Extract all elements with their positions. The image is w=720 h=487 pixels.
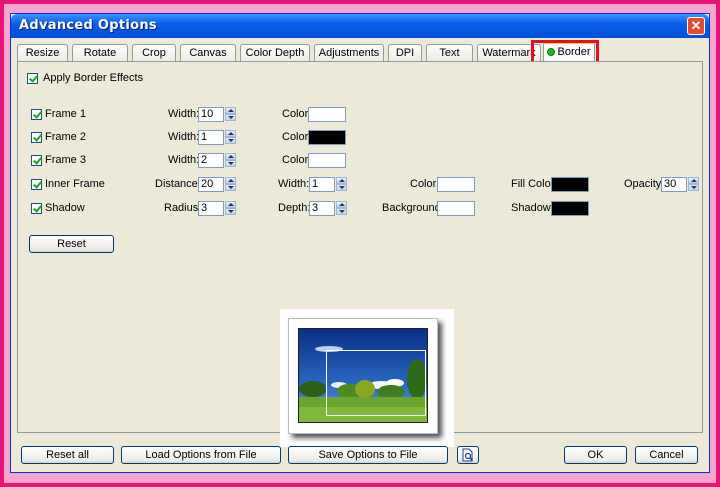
tab-text[interactable]: Text bbox=[426, 44, 473, 61]
frame1-width-input[interactable]: 10 bbox=[198, 107, 224, 122]
inner-frame-distance-label: Distance: bbox=[155, 178, 201, 190]
inner-frame-width-spinner[interactable] bbox=[336, 177, 347, 192]
border-preview bbox=[280, 309, 454, 447]
inner-frame-fill-color-swatch[interactable] bbox=[551, 177, 589, 192]
spin-up-icon[interactable] bbox=[688, 177, 699, 184]
shadow-checkbox[interactable] bbox=[31, 203, 42, 214]
tab-crop[interactable]: Crop bbox=[132, 44, 176, 61]
frame2-label: Frame 2 bbox=[45, 131, 86, 143]
tab-resize[interactable]: Resize bbox=[17, 44, 68, 61]
inner-frame-opacity-label: Opacity: bbox=[624, 178, 665, 190]
frame1-color-swatch[interactable] bbox=[308, 107, 346, 122]
spin-up-icon[interactable] bbox=[336, 201, 347, 208]
load-options-button[interactable]: Load Options from File bbox=[121, 446, 281, 464]
inner-frame-distance-spinner[interactable] bbox=[225, 177, 236, 192]
document-search-icon bbox=[462, 448, 474, 462]
spin-up-icon[interactable] bbox=[336, 177, 347, 184]
shadow-radius-input[interactable]: 3 bbox=[198, 201, 224, 216]
frame1-color-label: Color: bbox=[282, 108, 312, 120]
spin-up-icon[interactable] bbox=[225, 130, 236, 137]
spin-down-icon[interactable] bbox=[225, 137, 236, 144]
frame1-label: Frame 1 bbox=[45, 108, 86, 120]
shadow-color-label: Shadow: bbox=[511, 202, 554, 214]
preview-file-button[interactable] bbox=[457, 446, 479, 464]
shadow-depth-spinner[interactable] bbox=[336, 201, 347, 216]
inner-frame-width-input[interactable]: 1 bbox=[309, 177, 335, 192]
inner-frame-distance-input[interactable]: 20 bbox=[198, 177, 224, 192]
tab-adjustments[interactable]: Adjustments bbox=[314, 44, 384, 61]
cancel-button[interactable]: Cancel bbox=[635, 446, 698, 464]
spin-down-icon[interactable] bbox=[225, 184, 236, 191]
spin-down-icon[interactable] bbox=[225, 160, 236, 167]
apply-border-effects-checkbox[interactable] bbox=[27, 73, 38, 84]
tab-dpi[interactable]: DPI bbox=[388, 44, 422, 61]
frame1-width-spinner[interactable] bbox=[225, 107, 236, 122]
inner-frame-width-label: Width: bbox=[278, 178, 310, 190]
shadow-depth-label: Depth: bbox=[278, 202, 311, 214]
frame3-width-spinner[interactable] bbox=[225, 153, 236, 168]
shadow-depth-input[interactable]: 3 bbox=[309, 201, 335, 216]
frame2-color-swatch[interactable] bbox=[308, 130, 346, 145]
frame2-width-label: Width: bbox=[168, 131, 200, 143]
spin-down-icon[interactable] bbox=[336, 184, 347, 191]
spin-up-icon[interactable] bbox=[225, 107, 236, 114]
shadow-color-swatch[interactable] bbox=[551, 201, 589, 216]
spin-up-icon[interactable] bbox=[225, 201, 236, 208]
border-panel: Apply Border Effects Frame 1 Width: 10 C… bbox=[17, 61, 703, 447]
frame3-checkbox[interactable] bbox=[31, 155, 42, 166]
ok-button[interactable]: OK bbox=[564, 446, 627, 464]
inner-frame-opacity-spinner[interactable] bbox=[688, 177, 699, 192]
frame2-width-spinner[interactable] bbox=[225, 130, 236, 145]
preview-frame bbox=[288, 318, 438, 434]
close-button[interactable]: ✕ bbox=[687, 17, 705, 35]
inner-frame-checkbox[interactable] bbox=[31, 179, 42, 190]
inner-frame-color-swatch[interactable] bbox=[437, 177, 475, 192]
spin-down-icon[interactable] bbox=[225, 208, 236, 215]
frame3-width-label: Width: bbox=[168, 154, 200, 166]
reset-button[interactable]: Reset bbox=[29, 235, 114, 253]
tab-rotate[interactable]: Rotate bbox=[72, 44, 128, 61]
frame2-width-input[interactable]: 1 bbox=[198, 130, 224, 145]
tab-color-depth[interactable]: Color Depth bbox=[240, 44, 310, 61]
shadow-background-label: Background: bbox=[382, 202, 444, 214]
spin-up-icon[interactable] bbox=[225, 177, 236, 184]
preview-image bbox=[298, 328, 428, 423]
frame2-color-label: Color: bbox=[282, 131, 312, 143]
tab-canvas[interactable]: Canvas bbox=[180, 44, 236, 61]
spin-down-icon[interactable] bbox=[688, 184, 699, 191]
shadow-label: Shadow bbox=[45, 202, 85, 214]
inner-frame-opacity-input[interactable]: 30 bbox=[661, 177, 687, 192]
reset-all-button[interactable]: Reset all bbox=[21, 446, 114, 464]
frame1-width-label: Width: bbox=[168, 108, 200, 120]
frame3-label: Frame 3 bbox=[45, 154, 86, 166]
frame2-checkbox[interactable] bbox=[31, 132, 42, 143]
spin-down-icon[interactable] bbox=[336, 208, 347, 215]
title-bar[interactable]: Advanced Options ✕ bbox=[11, 14, 709, 38]
preview-inner-frame bbox=[326, 350, 426, 416]
frame1-checkbox[interactable] bbox=[31, 109, 42, 120]
spin-up-icon[interactable] bbox=[225, 153, 236, 160]
apply-border-effects-label: Apply Border Effects bbox=[43, 72, 144, 84]
frame3-width-input[interactable]: 2 bbox=[198, 153, 224, 168]
shadow-radius-spinner[interactable] bbox=[225, 201, 236, 216]
window-title: Advanced Options bbox=[19, 18, 157, 33]
spin-down-icon[interactable] bbox=[225, 114, 236, 121]
inner-frame-label: Inner Frame bbox=[45, 178, 105, 190]
shadow-background-swatch[interactable] bbox=[437, 201, 475, 216]
inner-frame-color-label: Color: bbox=[410, 178, 440, 190]
frame3-color-swatch[interactable] bbox=[308, 153, 346, 168]
advanced-options-dialog: Advanced Options ✕ Resize Rotate Crop Ca… bbox=[10, 13, 710, 473]
frame3-color-label: Color: bbox=[282, 154, 312, 166]
shadow-radius-label: Radius: bbox=[164, 202, 202, 214]
save-options-button[interactable]: Save Options to File bbox=[288, 446, 448, 464]
